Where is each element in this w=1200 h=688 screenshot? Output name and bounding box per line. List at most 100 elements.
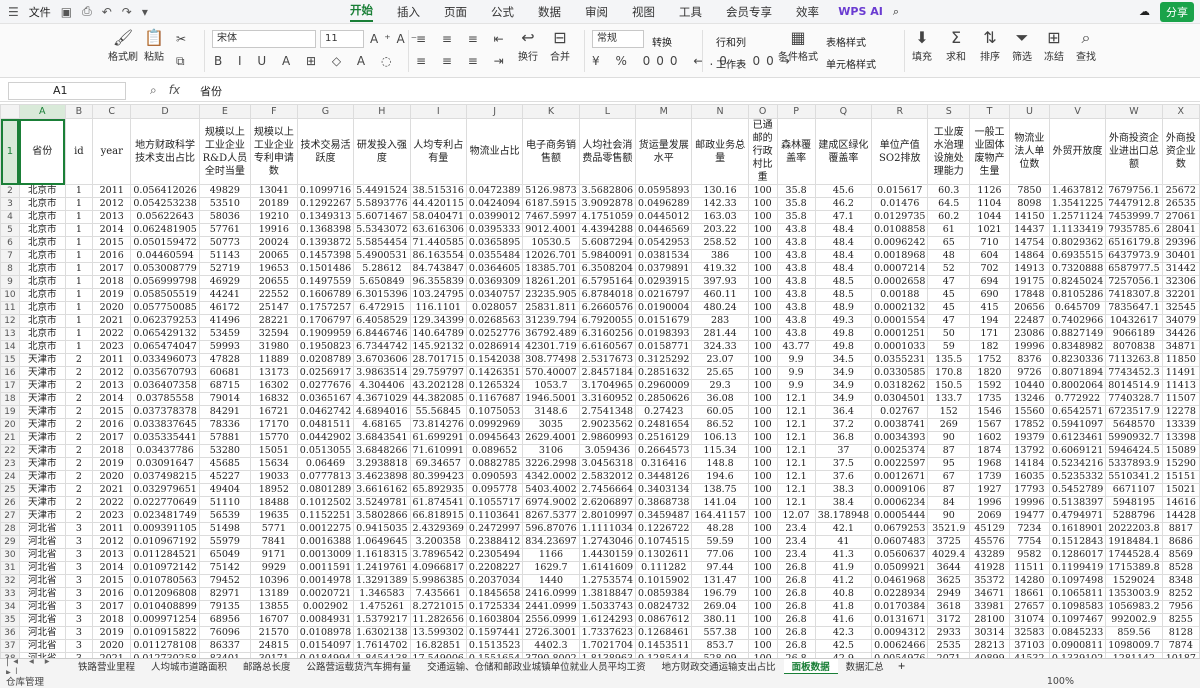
data-cell[interactable]: 0.0560637 xyxy=(871,548,929,562)
data-cell[interactable]: 100 xyxy=(747,522,778,536)
column-title-cell[interactable]: 外贸开放度 xyxy=(1048,118,1107,185)
data-cell[interactable]: 8686 xyxy=(1161,535,1200,549)
data-cell[interactable]: 3 xyxy=(64,613,94,627)
data-cell[interactable]: 48.4 xyxy=(814,249,873,263)
data-cell[interactable]: 15560 xyxy=(1008,405,1050,419)
data-cell[interactable]: 0.035335441 xyxy=(130,431,200,445)
sheet-tab[interactable]: 交通运输、仓储和邮政业城镇单位就业人员平均工资 xyxy=(419,659,654,675)
data-cell[interactable]: 0.0025374 xyxy=(871,444,929,458)
data-cell[interactable]: 2019 xyxy=(92,626,132,640)
data-cell[interactable]: 2 xyxy=(64,431,94,445)
data-cell[interactable]: 11889 xyxy=(249,353,298,367)
data-cell[interactable]: 0.2481654 xyxy=(635,418,693,432)
data-cell[interactable]: 28.701715 xyxy=(409,353,467,367)
data-cell[interactable]: 0.1286017 xyxy=(1048,548,1107,562)
column-header[interactable]: L xyxy=(578,104,637,119)
data-cell[interactable]: 26.8 xyxy=(776,626,816,640)
data-cell[interactable]: 6.2660576 xyxy=(578,301,637,315)
data-cell[interactable]: 0.0190004 xyxy=(635,301,693,315)
data-cell[interactable]: 3.200358 xyxy=(409,535,467,549)
data-cell[interactable]: 100 xyxy=(747,301,778,315)
data-cell[interactable]: 0.1103641 xyxy=(465,509,524,523)
row-header[interactable]: 8 xyxy=(0,262,20,276)
data-cell[interactable]: 0.0022597 xyxy=(871,457,929,471)
data-cell[interactable]: 天津市 xyxy=(18,431,66,445)
data-cell[interactable]: 2023 xyxy=(92,340,132,354)
data-cell[interactable]: 36.8 xyxy=(814,431,873,445)
data-cell[interactable]: 2.7541348 xyxy=(578,405,637,419)
data-cell[interactable]: 100 xyxy=(747,613,778,627)
data-cell[interactable]: 40.8 xyxy=(814,587,873,601)
data-cell[interactable]: 0.1706797 xyxy=(296,314,355,328)
data-cell[interactable]: 河北省 xyxy=(18,574,66,588)
data-cell[interactable]: 0.05622643 xyxy=(130,210,200,224)
data-cell[interactable]: 23.4 xyxy=(776,535,816,549)
data-cell[interactable]: 59993 xyxy=(198,340,251,354)
data-cell[interactable]: 82971 xyxy=(198,587,251,601)
data-cell[interactable]: 3644 xyxy=(927,561,971,575)
data-cell[interactable]: 50 xyxy=(927,327,971,341)
data-cell[interactable]: 702 xyxy=(969,262,1010,276)
data-cell[interactable]: 0.1226722 xyxy=(635,522,693,536)
data-cell[interactable]: 0.0216797 xyxy=(635,288,693,302)
data-cell[interactable]: 7257056.1 xyxy=(1105,275,1163,289)
data-cell[interactable]: 1.2743046 xyxy=(578,535,637,549)
column-title-cell[interactable]: 外商投资企业进出口总额 xyxy=(1105,118,1163,185)
data-cell[interactable]: 11511 xyxy=(1008,561,1050,575)
data-cell[interactable]: 2018 xyxy=(92,275,132,289)
data-cell[interactable]: 2013 xyxy=(92,379,132,393)
data-cell[interactable]: 天津市 xyxy=(18,379,66,393)
data-cell[interactable]: 2017 xyxy=(92,600,132,614)
data-cell[interactable]: 0.0318262 xyxy=(871,379,929,393)
column-header[interactable]: V xyxy=(1048,104,1107,119)
data-cell[interactable]: 5.4491524 xyxy=(353,184,411,198)
convert-button[interactable]: 转换 xyxy=(652,34,672,49)
data-cell[interactable]: 9066189 xyxy=(1105,327,1163,341)
data-cell[interactable]: 14864 xyxy=(1008,249,1050,263)
data-cell[interactable]: 419.32 xyxy=(691,262,749,276)
data-cell[interactable]: 0.6069121 xyxy=(1048,444,1107,458)
data-cell[interactable]: 0.1097498 xyxy=(1048,574,1107,588)
data-cell[interactable]: 1 xyxy=(64,236,94,250)
data-cell[interactable]: 0.0481511 xyxy=(296,418,355,432)
data-cell[interactable]: 13398 xyxy=(1161,431,1200,445)
data-cell[interactable]: 26.8 xyxy=(776,639,816,653)
wrap-button[interactable]: ↩ 换行 xyxy=(518,28,538,63)
data-cell[interactable]: 19653 xyxy=(249,262,298,276)
data-cell[interactable]: 5771 xyxy=(249,522,298,536)
row-header[interactable]: 10 xyxy=(0,288,20,302)
data-cell[interactable]: 5990932.7 xyxy=(1105,431,1163,445)
data-cell[interactable]: 3.0456318 xyxy=(578,457,637,471)
data-cell[interactable]: 0.6123461 xyxy=(1048,431,1107,445)
data-cell[interactable]: 河北省 xyxy=(18,639,66,653)
row-header[interactable]: 1 xyxy=(0,118,20,185)
data-cell[interactable]: 0.0364605 xyxy=(465,262,524,276)
data-cell[interactable]: 0.0062466 xyxy=(871,639,929,653)
data-cell[interactable]: 12.1 xyxy=(776,496,816,510)
data-cell[interactable]: 5.5893776 xyxy=(353,197,411,211)
data-cell[interactable]: 32583 xyxy=(1008,626,1050,640)
data-cell[interactable]: 29.3 xyxy=(691,379,749,393)
data-cell[interactable]: 3.3160952 xyxy=(578,392,637,406)
data-cell[interactable]: 17852 xyxy=(1008,418,1050,432)
data-cell[interactable]: 269 xyxy=(927,418,971,432)
data-cell[interactable]: 0.1055717 xyxy=(465,496,524,510)
data-cell[interactable]: 0.0001554 xyxy=(871,314,929,328)
data-cell[interactable]: 3 xyxy=(64,548,94,562)
data-cell[interactable]: 32306 xyxy=(1161,275,1200,289)
data-cell[interactable]: 天津市 xyxy=(18,496,66,510)
data-cell[interactable]: 0.002902 xyxy=(296,600,355,614)
tab-7[interactable]: 工具 xyxy=(679,4,702,20)
data-cell[interactable]: 60681 xyxy=(198,366,251,380)
sheet-tab[interactable]: 面板数据 xyxy=(783,658,838,675)
data-cell[interactable]: 0.1457398 xyxy=(296,249,355,263)
column-header[interactable]: P xyxy=(776,104,816,119)
data-cell[interactable]: 79135 xyxy=(198,600,251,614)
data-cell[interactable]: 100 xyxy=(747,210,778,224)
data-cell[interactable]: 2 xyxy=(64,483,94,497)
data-cell[interactable]: 25147 xyxy=(249,301,298,315)
data-cell[interactable]: 460.11 xyxy=(691,288,749,302)
data-cell[interactable]: 150.5 xyxy=(927,379,971,393)
data-cell[interactable]: 45685 xyxy=(198,457,251,471)
data-cell[interactable]: 0.0013009 xyxy=(296,548,355,562)
